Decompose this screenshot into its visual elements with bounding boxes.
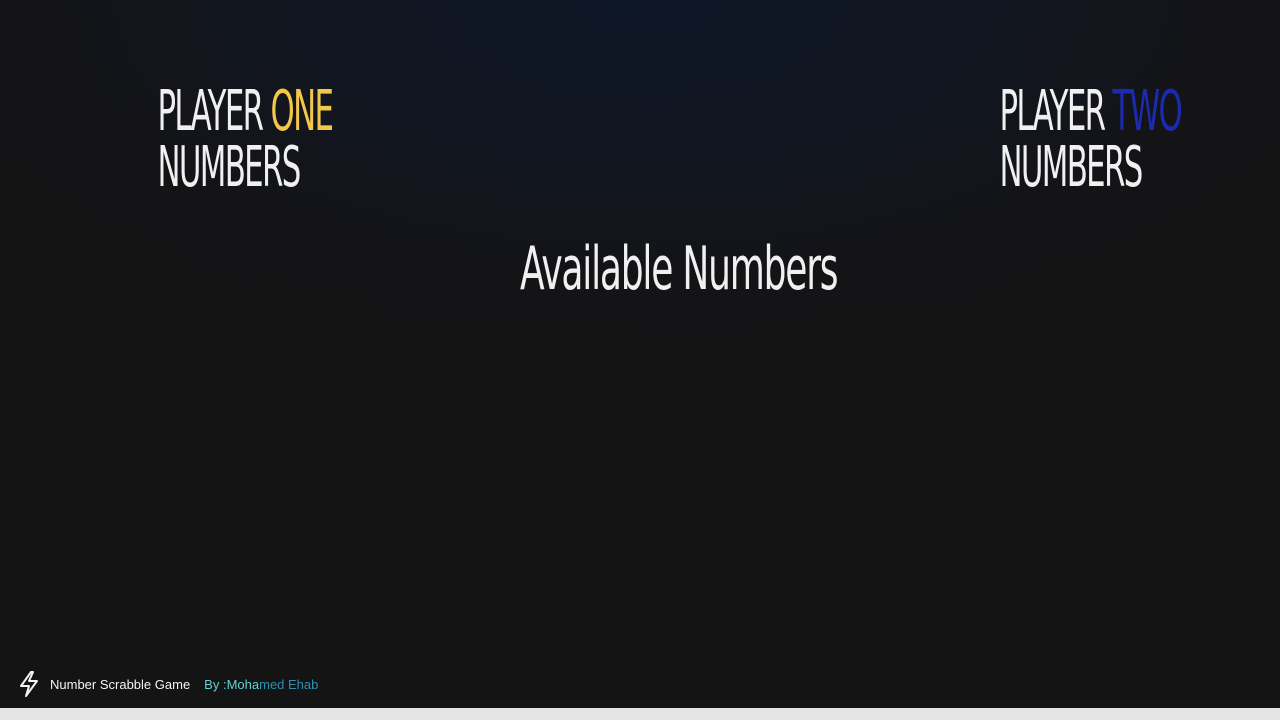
byline-prefix: By : <box>204 676 227 692</box>
available-numbers-title: Available Numbers <box>520 234 839 304</box>
player-two-title-line: PLAYER TWO <box>1000 84 1183 140</box>
author-name-part2: med Ehab <box>259 676 319 692</box>
author-name-part1: Moha <box>226 676 260 692</box>
player-two-heading: PLAYER TWO NUMBERS <box>999 84 1183 200</box>
footer: Number Scrabble Game By : Moha med Ehab <box>18 670 318 698</box>
player-two-numbers-label: NUMBERS <box>999 135 1144 200</box>
player-one-title-line: PLAYER ONE <box>158 84 334 140</box>
game-stage: PLAYER ONE NUMBERS PLAYER TWO NUMBERS Av… <box>0 0 1280 708</box>
player-one-heading: PLAYER ONE NUMBERS <box>157 84 334 200</box>
game-name: Number Scrabble Game <box>50 676 191 692</box>
lightning-bolt-icon <box>20 671 38 697</box>
bottom-strip <box>0 708 1280 720</box>
player-one-numbers-label: NUMBERS <box>157 135 302 200</box>
